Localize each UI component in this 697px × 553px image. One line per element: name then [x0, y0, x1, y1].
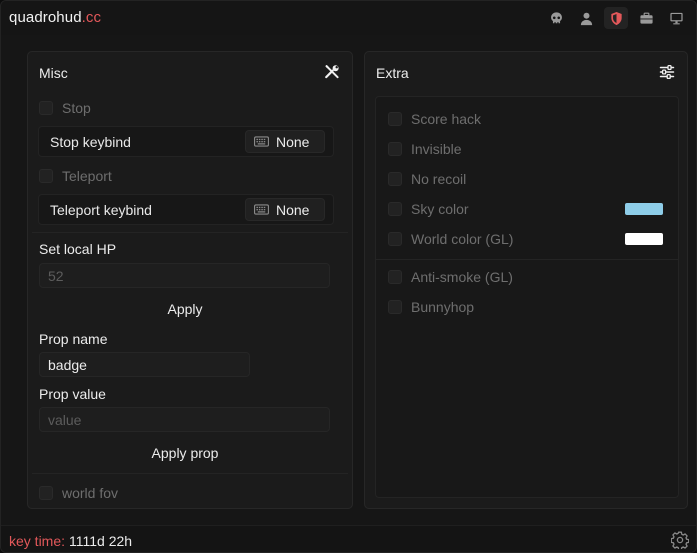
divider [32, 473, 348, 474]
no-recoil-toggle[interactable]: No recoil [388, 169, 466, 189]
prop-value-placeholder: value [48, 411, 82, 428]
stop-keybind-row: Stop keybind None [38, 126, 334, 157]
apply-prop-button[interactable]: Apply prop [28, 445, 342, 461]
score-hack-checkbox[interactable] [388, 112, 402, 126]
anti-smoke-checkbox[interactable] [388, 270, 402, 284]
world-fov-label: world fov [62, 485, 119, 501]
title-bar: quadrohud.cc [1, 1, 696, 35]
world-color-toggle[interactable]: World color (GL) [388, 229, 513, 249]
stop-checkbox[interactable] [39, 101, 53, 115]
world-color-label: World color (GL) [411, 231, 514, 247]
brand-name: quadrohud [9, 9, 82, 26]
nav-tabs [544, 7, 688, 29]
extra-panel: Extra Score hack Invisible No recoil Sky… [364, 51, 688, 509]
prop-name-value: badge [48, 356, 87, 373]
invisible-toggle[interactable]: Invisible [388, 139, 462, 159]
world-color-swatch[interactable] [625, 233, 663, 245]
world-fov-toggle[interactable]: world fov [39, 483, 118, 503]
app-window: quadrohud.cc Misc Stop Stop keybind None… [0, 0, 697, 553]
sky-color-label: Sky color [411, 201, 469, 217]
stop-keybind-button[interactable]: None [245, 130, 325, 153]
brand-logo: quadrohud.cc [9, 9, 101, 26]
skull-icon[interactable] [544, 7, 568, 29]
anti-smoke-label: Anti-smoke (GL) [411, 269, 513, 285]
user-icon[interactable] [574, 7, 598, 29]
invisible-label: Invisible [411, 141, 462, 157]
divider [376, 259, 678, 260]
panel-title: Extra [376, 65, 409, 81]
prop-value-input[interactable]: value [39, 407, 330, 432]
gear-icon[interactable] [670, 531, 690, 551]
bunnyhop-toggle[interactable]: Bunnyhop [388, 297, 474, 317]
sliders-icon[interactable] [659, 64, 675, 80]
world-fov-checkbox[interactable] [39, 486, 53, 500]
tools-icon[interactable] [324, 64, 340, 80]
bunnyhop-label: Bunnyhop [411, 299, 475, 315]
prop-name-label: Prop name [39, 331, 108, 347]
anti-smoke-toggle[interactable]: Anti-smoke (GL) [388, 267, 513, 287]
local-hp-label: Set local HP [39, 241, 117, 257]
teleport-label: Teleport [62, 168, 112, 184]
stop-toggle[interactable]: Stop [39, 98, 91, 118]
status-bar: key time: 1111d 22h [1, 525, 696, 552]
keyboard-icon [254, 136, 269, 147]
stop-label: Stop [62, 100, 91, 116]
key-time-label: key time: [9, 533, 66, 549]
keyboard-icon [254, 204, 269, 215]
stop-keybind-value: None [276, 133, 310, 150]
teleport-checkbox[interactable] [39, 169, 53, 183]
teleport-keybind-label: Teleport keybind [50, 202, 152, 218]
stop-keybind-label: Stop keybind [50, 134, 131, 150]
apply-hp-button[interactable]: Apply [28, 301, 342, 317]
extra-options-group: Score hack Invisible No recoil Sky color… [375, 96, 679, 498]
brand-suffix: .cc [81, 9, 102, 26]
bunnyhop-checkbox[interactable] [388, 300, 402, 314]
prop-value-label: Prop value [39, 386, 106, 402]
teleport-keybind-row: Teleport keybind None [38, 194, 334, 225]
teleport-toggle[interactable]: Teleport [39, 166, 112, 186]
world-color-checkbox[interactable] [388, 232, 402, 246]
teleport-keybind-value: None [276, 201, 310, 218]
no-recoil-label: No recoil [411, 171, 467, 187]
local-hp-input[interactable]: 52 [39, 263, 330, 288]
sky-color-swatch[interactable] [625, 203, 663, 215]
local-hp-placeholder: 52 [48, 267, 64, 284]
sky-color-toggle[interactable]: Sky color [388, 199, 469, 219]
divider [32, 232, 348, 233]
sky-color-checkbox[interactable] [388, 202, 402, 216]
invisible-checkbox[interactable] [388, 142, 402, 156]
key-time-value: 1111d 22h [69, 533, 133, 549]
briefcase-icon[interactable] [634, 7, 658, 29]
teleport-keybind-button[interactable]: None [245, 198, 325, 221]
no-recoil-checkbox[interactable] [388, 172, 402, 186]
monitor-icon[interactable] [664, 7, 688, 29]
score-hack-toggle[interactable]: Score hack [388, 109, 481, 129]
misc-panel: Misc Stop Stop keybind None Teleport Tel… [27, 51, 353, 509]
prop-name-input[interactable]: badge [39, 352, 250, 377]
score-hack-label: Score hack [411, 111, 482, 127]
shield-icon[interactable] [604, 7, 628, 29]
panel-title: Misc [39, 65, 68, 81]
